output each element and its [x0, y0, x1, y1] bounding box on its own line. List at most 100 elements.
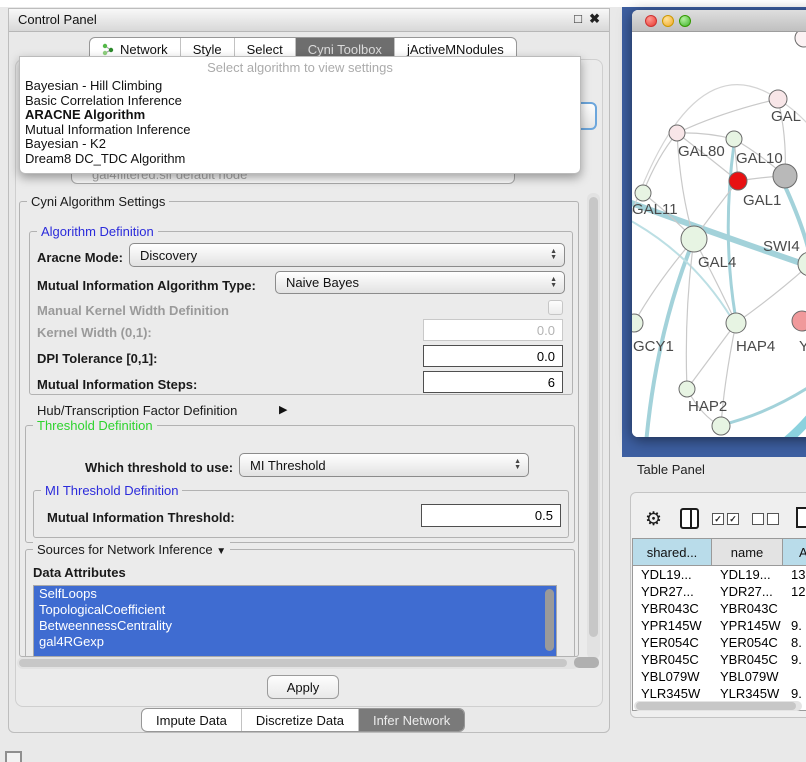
- checked-checkbox-icon[interactable]: ✓: [727, 513, 739, 525]
- scrollbar-corner: [574, 657, 599, 668]
- docked-panel-button[interactable]: [5, 751, 22, 762]
- table-row[interactable]: YPR145WYPR145W9.: [633, 617, 806, 634]
- mi-threshold-input[interactable]: 0.5: [421, 504, 561, 527]
- expand-triangle-icon[interactable]: ▶: [279, 403, 287, 416]
- table-row[interactable]: YBR045CYBR045C9.: [633, 651, 806, 668]
- table-row[interactable]: YBL079WYBL079W: [633, 668, 806, 685]
- document-icon[interactable]: [796, 507, 806, 528]
- network-edge[interactable]: [686, 239, 694, 389]
- network-node[interactable]: [773, 164, 797, 188]
- algorithm-option[interactable]: Mutual Information Inference: [20, 123, 580, 138]
- table-cell: YER054C: [633, 634, 712, 651]
- table-row[interactable]: YER054CYER054C8.: [633, 634, 806, 651]
- mi-steps-input[interactable]: 6: [423, 371, 563, 393]
- network-node[interactable]: [792, 311, 806, 331]
- zoom-traffic-light-icon[interactable]: [679, 15, 691, 27]
- algorithm-option[interactable]: Basic Correlation Inference: [20, 94, 580, 109]
- unchecked-checkbox-icon[interactable]: [752, 513, 764, 525]
- column-header-cut[interactable]: A: [783, 539, 806, 565]
- algorithm-dropdown: Select algorithm to view settings Bayesi…: [19, 56, 581, 174]
- data-attributes-list[interactable]: SelfLoopsTopologicalCoefficientBetweenne…: [33, 585, 557, 657]
- sources-legend-text: Sources for Network Inference: [37, 542, 213, 557]
- network-edge[interactable]: [721, 362, 806, 425]
- table-header-row: shared... name A: [633, 539, 806, 566]
- column-header-name[interactable]: name: [712, 539, 783, 565]
- network-edge[interactable]: [643, 133, 677, 193]
- table-row[interactable]: YDR27...YDR27...12: [633, 583, 806, 600]
- close-window-icon[interactable]: ✖: [589, 11, 600, 27]
- aracne-mode-value: Discovery: [140, 248, 197, 263]
- close-traffic-light-icon[interactable]: [645, 15, 657, 27]
- tab-label: Cyni Toolbox: [308, 42, 382, 57]
- tab-infer-network[interactable]: Infer Network: [358, 709, 464, 731]
- network-edge[interactable]: [634, 239, 694, 323]
- node-label: HAP4: [736, 338, 775, 355]
- settings-vertical-scrollbar[interactable]: [587, 193, 600, 659]
- network-node[interactable]: [726, 131, 742, 147]
- network-node[interactable]: [729, 172, 747, 190]
- table-horizontal-scrollbar[interactable]: [634, 701, 802, 711]
- network-node[interactable]: [769, 90, 787, 108]
- mi-algorithm-type-combobox[interactable]: Naive Bayes ▲▼: [275, 271, 565, 294]
- attributes-list-scrollbar[interactable]: [545, 589, 554, 651]
- table-row[interactable]: YLR345WYLR345W9.: [633, 685, 806, 702]
- algorithm-option[interactable]: Dream8 DC_TDC Algorithm: [20, 152, 580, 167]
- network-edge[interactable]: [687, 323, 736, 389]
- aracne-mode-combobox[interactable]: Discovery ▲▼: [129, 243, 565, 267]
- network-node[interactable]: [795, 32, 806, 47]
- table-cell: YDR27...: [712, 583, 783, 600]
- tab-label: Select: [247, 42, 283, 57]
- table-row[interactable]: YBR043CYBR043C: [633, 600, 806, 617]
- algorithm-option[interactable]: Bayesian - Hill Climbing: [20, 79, 580, 94]
- network-canvas[interactable]: GALGAL80GAL10GAL1GAL11GAL4SWI4GCY1HAP4YH…: [632, 32, 806, 437]
- network-node[interactable]: [679, 381, 695, 397]
- screen: Control Panel □ ✖ Network Style S: [0, 0, 806, 762]
- kernel-width-input[interactable]: 0.0: [423, 319, 563, 341]
- which-threshold-combobox[interactable]: MI Threshold ▲▼: [239, 453, 529, 477]
- table-panel-title: Table Panel: [637, 462, 705, 477]
- gear-icon[interactable]: ⚙: [645, 510, 662, 529]
- network-node[interactable]: [712, 417, 730, 435]
- attribute-list-item-partial[interactable]: [34, 650, 556, 657]
- table-cell: YLR345W: [633, 685, 712, 702]
- table-row[interactable]: YDL19...YDL19...13: [633, 566, 806, 583]
- table-cell: YLR345W: [712, 685, 783, 702]
- checked-checkbox-icon[interactable]: ✓: [712, 513, 724, 525]
- float-window-icon[interactable]: □: [574, 11, 582, 26]
- split-columns-icon[interactable]: [680, 508, 699, 529]
- attribute-list-item[interactable]: gal4RGexp: [34, 634, 556, 650]
- network-node[interactable]: [681, 226, 707, 252]
- minimize-traffic-light-icon[interactable]: [662, 15, 674, 27]
- dpi-tolerance-input[interactable]: 0.0: [423, 345, 563, 367]
- network-view-window[interactable]: GALGAL80GAL10GAL1GAL11GAL4SWI4GCY1HAP4YH…: [632, 10, 806, 437]
- sources-legend[interactable]: Sources for Network Inference ▼: [33, 542, 230, 557]
- algorithm-definition-legend: Algorithm Definition: [37, 224, 158, 239]
- algorithm-option[interactable]: Bayesian - K2: [20, 137, 580, 152]
- attribute-list-item[interactable]: BetweennessCentrality: [34, 618, 556, 634]
- network-node[interactable]: [635, 185, 651, 201]
- hub-definition-label[interactable]: Hub/Transcription Factor Definition: [37, 403, 237, 418]
- unchecked-checkbox-icon[interactable]: [767, 513, 779, 525]
- network-node[interactable]: [726, 313, 746, 333]
- attribute-list-item[interactable]: SelfLoops: [34, 586, 556, 602]
- column-header-shared-name[interactable]: shared...: [633, 539, 712, 565]
- algorithm-option[interactable]: ARACNE Algorithm: [20, 108, 580, 123]
- table-body[interactable]: YDL19...YDL19...13YDR27...YDR27...12YBR0…: [633, 566, 806, 710]
- network-node[interactable]: [632, 314, 643, 332]
- tab-discretize-data[interactable]: Discretize Data: [241, 709, 358, 731]
- mi-steps-label: Mutual Information Steps:: [37, 377, 197, 392]
- manual-kernel-width-checkbox[interactable]: [548, 300, 563, 315]
- network-edge[interactable]: [677, 133, 734, 139]
- settings-horizontal-scrollbar[interactable]: [17, 657, 579, 669]
- attribute-list-item[interactable]: TopologicalCoefficient: [34, 602, 556, 618]
- control-panel-titlebar: Control Panel □ ✖: [9, 9, 609, 32]
- tab-impute-data[interactable]: Impute Data: [142, 709, 241, 731]
- network-node[interactable]: [798, 252, 806, 276]
- network-node[interactable]: [669, 125, 685, 141]
- collapse-triangle-icon[interactable]: ▼: [216, 546, 226, 557]
- kernel-width-label: Kernel Width (0,1):: [37, 325, 152, 340]
- apply-button[interactable]: Apply: [267, 675, 339, 699]
- network-edge[interactable]: [728, 144, 735, 314]
- node-label: GAL10: [736, 150, 783, 167]
- network-edge[interactable]: [677, 99, 778, 133]
